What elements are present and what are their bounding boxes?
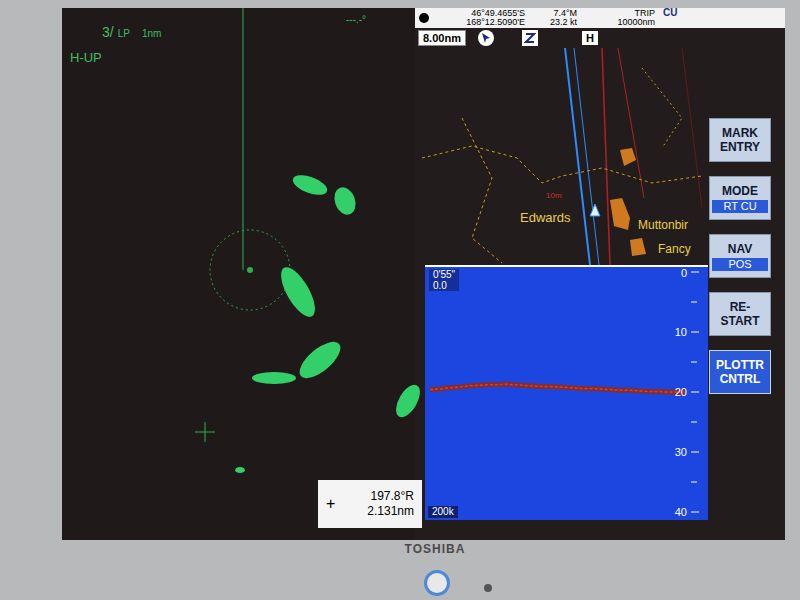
scale-label: 10 [653, 326, 687, 338]
sounder-frequency: 200k [428, 506, 458, 518]
power-led-icon [484, 584, 492, 592]
softkey-label: MODE [713, 184, 767, 198]
scale-label: 40 [653, 506, 687, 518]
softkey-column: MARK ENTRY MODE RT CU NAV POS RE-START PLOTTR … [709, 118, 771, 394]
echo-trace [425, 267, 708, 520]
chart-label: Fancy [658, 240, 691, 258]
trip: TRIP 10000nm [585, 9, 655, 27]
course-speed: 7.4°M 23.2 kt [533, 9, 577, 27]
seabed-trace [430, 384, 685, 392]
chart-range[interactable]: 8.00nm [418, 30, 466, 46]
sounder-time: 0'55" [433, 269, 455, 280]
softkey-value: POS [712, 258, 768, 271]
brand-logo: TOSHIBA [405, 540, 466, 558]
softkey[interactable]: MARK ENTRY [709, 118, 771, 162]
trip-label: TRIP [634, 9, 655, 18]
chart-label: Edwards [520, 208, 571, 228]
chart-toolbar: 8.00nm H [418, 30, 598, 46]
speed: 23.2 kt [550, 18, 577, 27]
softkey-label: RE-START [713, 300, 767, 328]
scale-label: 20 [653, 386, 687, 398]
softkey-label: NAV [713, 242, 767, 256]
sounder-depth: 0.0 [433, 280, 455, 291]
scale-label: 0 [653, 267, 687, 279]
cursor-distance: 2.131nm [367, 504, 414, 519]
range-index: 3/ [102, 22, 114, 43]
softkey[interactable]: NAV POS [709, 234, 771, 278]
cursor-icon[interactable] [478, 30, 494, 46]
softkey[interactable]: RE-START [709, 292, 771, 336]
softkey[interactable]: PLOTTR CNTRL [709, 350, 771, 394]
heading-readout: ---.-° [346, 12, 366, 27]
softkey-value: RT CU [712, 200, 768, 213]
cursor-bearing: 197.8°R [371, 489, 415, 504]
orientation-label: H-UP [70, 48, 102, 68]
position: 46°49.4655'S 168°12.5090'E [437, 9, 525, 27]
cursor-readout: + 197.8°R 2.131nm [318, 480, 422, 528]
softkey-label: MARK ENTRY [713, 126, 767, 154]
zoom-icon[interactable] [522, 30, 538, 46]
sounder-panel: 0'55" 0.0 0 10 20 30 40 200k [425, 265, 708, 520]
bezel-brand: TOSHIBA [0, 540, 800, 558]
radar-mode: LP [118, 26, 130, 41]
course: 7.4°M [553, 9, 577, 18]
trip-value: 10000nm [617, 18, 655, 27]
range-value: 1nm [142, 26, 161, 41]
power-button-icon[interactable] [424, 570, 450, 596]
softkey[interactable]: MODE RT CU [709, 176, 771, 220]
cursor-symbol: + [326, 492, 335, 516]
sounder-readout: 0'55" 0.0 [429, 269, 459, 291]
home-button[interactable]: H [582, 31, 598, 45]
scale-label: 30 [653, 446, 687, 458]
position-header: 46°49.4655'S 168°12.5090'E 7.4°M 23.2 kt… [415, 8, 785, 28]
longitude: 168°12.5090'E [466, 18, 525, 27]
radar-range: 3/ LP 1nm [102, 22, 161, 43]
chart-label: 10m [546, 190, 562, 202]
depth-scale: 0 10 20 30 40 [425, 267, 708, 520]
latitude: 46°49.4655'S [471, 9, 525, 18]
softkey-label: PLOTTR CNTRL [713, 358, 767, 386]
screen: 3/ LP 1nm H-UP ---.-° 46°49.4655'S 168°1… [62, 8, 785, 540]
chart-label: Muttonbir [638, 216, 688, 234]
monitor: 3/ LP 1nm H-UP ---.-° 46°49.4655'S 168°1… [0, 0, 800, 600]
status-dot-icon [419, 13, 429, 23]
mode-indicator: CU [663, 8, 677, 17]
